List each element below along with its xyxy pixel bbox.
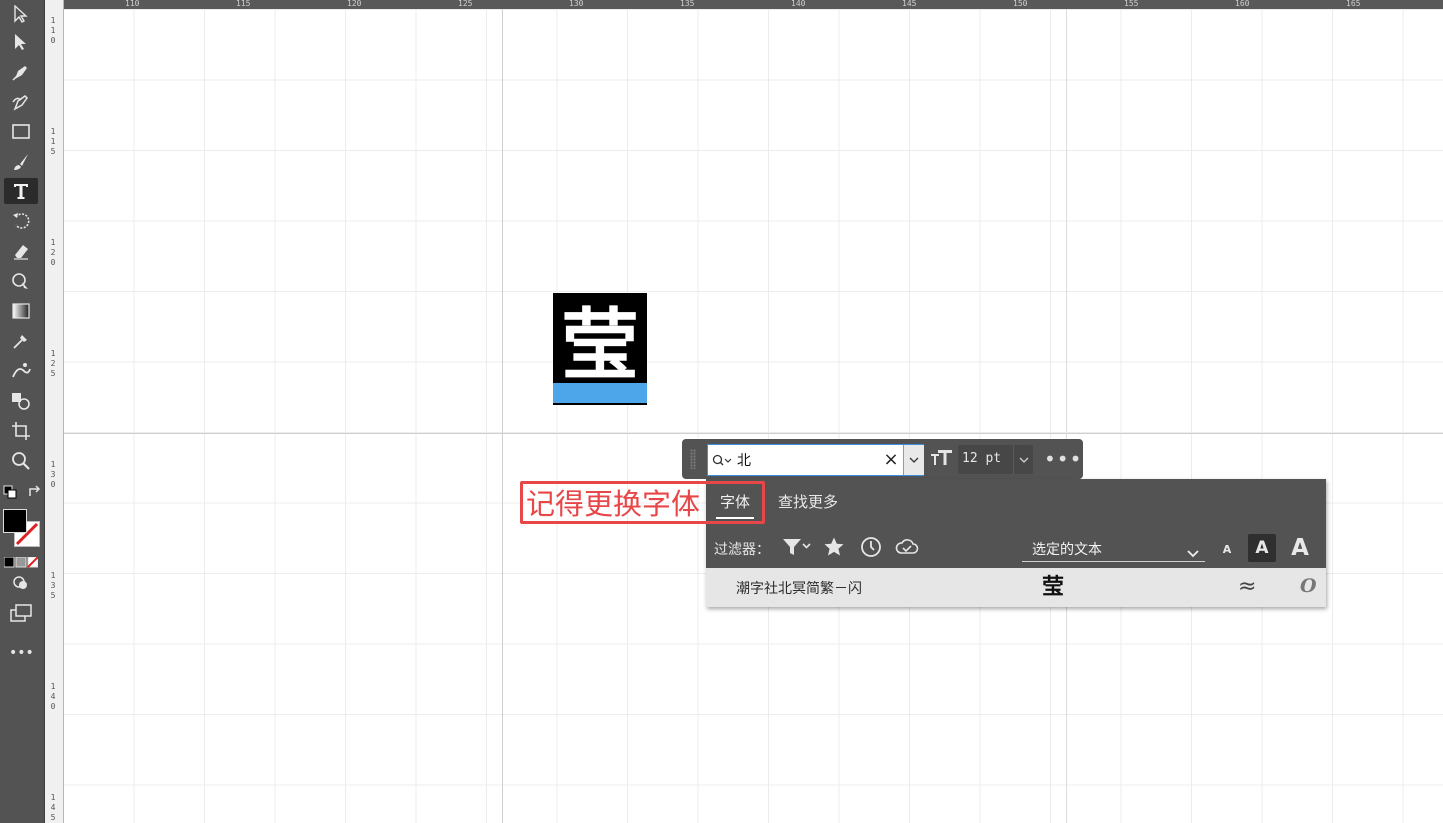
ruler-tick-label: 110 [50, 16, 56, 45]
shape-builder-tool-icon[interactable] [4, 388, 38, 414]
artwork-glyph: 莹 [560, 300, 639, 391]
curvature-tool-icon[interactable] [4, 89, 38, 115]
zoom-tool-icon[interactable] [4, 448, 38, 474]
ruler-tick-label: 125 [50, 349, 56, 378]
activated-fonts-cloud-icon[interactable] [895, 536, 919, 562]
font-size-icon [930, 448, 954, 472]
vertical-ruler: 110 115 120 125 130 135 140 145 [45, 0, 64, 823]
default-colors-icon[interactable] [3, 484, 17, 499]
ruler-tick-label: 145 [50, 793, 56, 822]
recently-added-clock-icon[interactable] [860, 536, 882, 562]
screen-mode-icon[interactable] [10, 604, 32, 622]
ruler-guide-horizontal [64, 433, 1443, 434]
opentype-font-icon: O [1300, 575, 1317, 597]
ruler-tick-label: 140 [791, 0, 806, 8]
ruler-tick-label: 145 [902, 0, 917, 8]
font-list-item[interactable]: 潮字社北冥简繁－闪 莹 ≈ O [706, 568, 1326, 607]
annotation-text: 记得更换字体 [526, 487, 701, 521]
font-search-box[interactable]: × [707, 444, 924, 476]
font-size-dropdown-button[interactable] [1013, 445, 1034, 474]
ruler-tick-label: 120 [347, 0, 362, 8]
more-options-button[interactable]: ••• [1044, 449, 1081, 469]
ruler-tick-label: 130 [569, 0, 584, 8]
ruler-tick-label: 125 [458, 0, 473, 8]
ruler-tick-label: 165 [1346, 0, 1361, 8]
ruler-tick-label: 150 [1013, 0, 1028, 8]
horizontal-ruler: 110 115 120 125 130 135 140 145 150 155 … [63, 0, 1443, 9]
ruler-tick-label: 135 [680, 0, 695, 8]
eraser-tool-icon[interactable] [4, 238, 38, 264]
ruler-tick-label: 130 [50, 460, 56, 489]
font-search-input[interactable] [737, 449, 877, 471]
show-similar-fonts-icon[interactable]: ≈ [1238, 574, 1256, 600]
clear-search-button[interactable]: × [881, 450, 901, 470]
ruler-tick-label: 115 [50, 127, 56, 156]
tab-find-more[interactable]: 查找更多 [766, 485, 850, 519]
draw-mode-icon[interactable] [12, 575, 30, 591]
favorites-star-icon[interactable] [823, 536, 845, 562]
swap-colors-icon[interactable] [27, 484, 43, 500]
sample-text-value: 选定的文本 [1032, 542, 1102, 558]
font-size-field[interactable]: 12 pt [958, 445, 1033, 474]
text-selection-highlight [553, 383, 647, 403]
eyedropper-tool-icon[interactable] [4, 328, 38, 354]
symbol-sprayer-tool-icon[interactable] [4, 358, 38, 384]
sample-size-medium-button[interactable]: A [1248, 534, 1276, 562]
gradient-tool-icon[interactable] [4, 298, 38, 324]
ruler-tick-label: 115 [236, 0, 251, 8]
filter-row: 过滤器： 选定的文本 A A A [706, 531, 1326, 565]
rectangle-tool-icon[interactable] [4, 119, 38, 145]
search-icon [712, 453, 734, 472]
drag-handle-icon[interactable] [690, 449, 696, 469]
artboard-canvas[interactable] [64, 9, 1443, 823]
ruler-tick-label: 140 [50, 682, 56, 711]
direct-selection-tool-icon[interactable] [4, 29, 38, 55]
ruler-tick-label: 120 [50, 238, 56, 267]
color-mode-icons[interactable] [3, 553, 39, 568]
filter-label: 过滤器： [714, 542, 770, 558]
type-tool-icon[interactable] [4, 178, 38, 204]
rotate-tool-icon[interactable] [4, 208, 38, 234]
font-list-dropdown-button[interactable] [903, 445, 924, 475]
filter-classification-icon[interactable] [782, 536, 812, 562]
sample-size-large-button[interactable]: A [1288, 533, 1312, 563]
paintbrush-tool-icon[interactable] [4, 149, 38, 175]
text-artwork[interactable]: 莹 [553, 293, 647, 405]
fill-color-swatch[interactable] [3, 509, 27, 533]
font-sample-glyph: 莹 [1041, 574, 1064, 600]
ruler-tick-label: 135 [50, 571, 56, 600]
chevron-down-icon [1187, 543, 1199, 562]
edit-toolbar-button[interactable]: ••• [9, 644, 34, 662]
font-size-value[interactable]: 12 pt [962, 451, 1001, 466]
contextual-task-bar: × 12 pt ••• [682, 439, 1083, 479]
font-list-panel: 字体 查找更多 过滤器： 选定的文本 A A A 潮字社北冥简繁－闪 莹 ≈ O [706, 479, 1326, 607]
tools-panel: ••• [0, 0, 45, 823]
ruler-tick-label: 160 [1235, 0, 1250, 8]
sample-text-dropdown[interactable]: 选定的文本 [1022, 535, 1205, 562]
font-name: 潮字社北冥简繁－闪 [736, 581, 862, 597]
artboard-tool-icon[interactable] [4, 418, 38, 444]
sample-size-small-button[interactable]: A [1218, 539, 1236, 559]
ruler-tick-label: 110 [125, 0, 140, 8]
ruler-guide-vertical [1066, 9, 1067, 823]
ruler-tick-label: 155 [1124, 0, 1139, 8]
warp-tool-icon[interactable] [4, 268, 38, 294]
pen-tool-icon[interactable] [4, 59, 38, 85]
selection-tool-icon[interactable] [4, 1, 38, 27]
ruler-guide-vertical [502, 9, 503, 823]
